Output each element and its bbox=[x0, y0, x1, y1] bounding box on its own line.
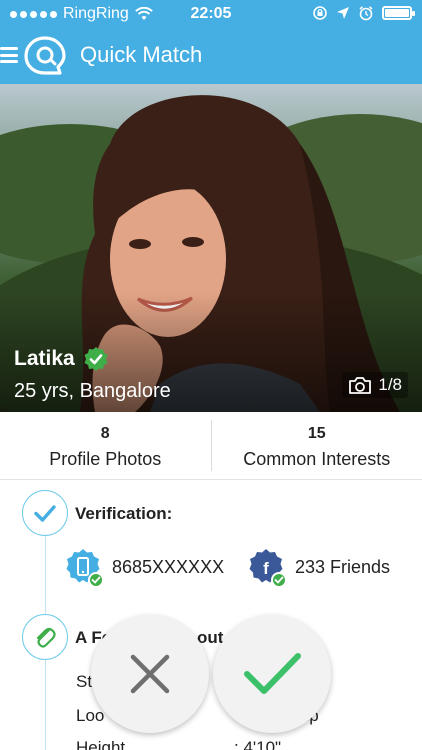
battery-icon bbox=[382, 6, 415, 20]
photo-counter-text: 1/8 bbox=[378, 375, 402, 394]
stat-label: Profile Photos bbox=[49, 449, 162, 469]
close-icon bbox=[130, 654, 170, 694]
verification-section-icon bbox=[22, 490, 68, 536]
verification-title: Verification: bbox=[75, 504, 173, 523]
check-icon bbox=[34, 505, 56, 522]
stat-profile-photos[interactable]: 8 Profile Photos bbox=[0, 412, 211, 479]
timeline-line bbox=[45, 536, 46, 626]
verified-badge-icon bbox=[84, 347, 108, 371]
stat-common-interests[interactable]: 15 Common Interests bbox=[212, 412, 422, 479]
timeline-line bbox=[45, 660, 46, 750]
paperclip-icon bbox=[36, 627, 56, 648]
about-section-icon bbox=[22, 614, 68, 660]
phone-number: 8685XXXXXX bbox=[112, 556, 225, 577]
svg-text:f: f bbox=[263, 559, 269, 578]
mini-check-icon bbox=[88, 572, 104, 588]
facebook-friends: 233 Friends bbox=[295, 556, 391, 577]
facebook-verified-icon: f bbox=[247, 548, 287, 588]
profile-photo[interactable]: Latika 25 yrs, Bangalore 1/8 bbox=[0, 84, 422, 412]
orientation-lock-icon bbox=[313, 6, 327, 20]
camera-icon bbox=[349, 377, 372, 394]
phone-verification: 8685XXXXXX bbox=[64, 548, 225, 588]
checkmark-icon bbox=[244, 653, 301, 694]
reject-button[interactable] bbox=[91, 615, 209, 733]
photo-counter[interactable]: 1/8 bbox=[342, 372, 408, 398]
accept-button[interactable] bbox=[213, 615, 331, 733]
facebook-verification: f 233 Friends bbox=[247, 548, 391, 588]
status-bar: RingRing 22:05 bbox=[0, 0, 422, 28]
location-arrow-icon bbox=[337, 7, 349, 19]
mini-check-icon bbox=[271, 572, 287, 588]
profile-name: Latika bbox=[14, 347, 75, 370]
alarm-icon bbox=[359, 6, 373, 21]
menu-icon[interactable] bbox=[0, 46, 18, 64]
stat-value: 8 bbox=[100, 425, 110, 442]
page-title: Quick Match bbox=[80, 42, 203, 67]
detail-label: St bbox=[76, 672, 93, 691]
detail-label: Loo bbox=[76, 706, 105, 725]
stat-label: Common Interests bbox=[243, 449, 391, 469]
status-right bbox=[312, 5, 415, 21]
app-header: Quick Match bbox=[0, 28, 422, 84]
profile-name-row: Latika bbox=[14, 346, 109, 372]
stat-value: 15 bbox=[307, 425, 326, 442]
detail-label: Height bbox=[76, 738, 126, 750]
detail-value: : 4'10" bbox=[234, 738, 282, 750]
profile-age-location: 25 yrs, Bangalore bbox=[14, 380, 171, 402]
phone-verified-icon bbox=[64, 548, 104, 588]
profile-stats: 8 Profile Photos 15 Common Interests bbox=[0, 412, 422, 480]
chat-logo-icon bbox=[24, 36, 66, 75]
